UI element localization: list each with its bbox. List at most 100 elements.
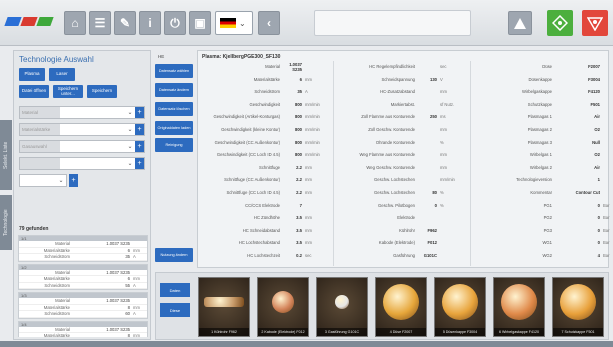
gas-select[interactable]: Gasauswahl ⌄ + [19,140,145,153]
chevron-down-icon: ⌄ [239,18,246,28]
add-icon[interactable]: + [135,107,144,118]
detail-row: Plasmagas 3 Null [474,138,613,147]
data-button[interactable]: Daten [160,283,190,297]
detail-row: WG1 0 Bar [474,238,613,247]
detail-key: Geschwindigkeit (CC Außenkontur) [214,139,280,145]
material-select[interactable]: Material ⌄ + [19,106,145,119]
detail-key: Zoll Geschw. Konturende [368,127,415,132]
row-value: 1.0037 S235 [106,241,130,247]
detail-row: Geschwindigkeit (CC Außenkontur) 800 mm/mi… [202,138,332,147]
part-tile[interactable]: 7 Schutzkappe F501 [552,277,604,337]
detail-key: Kabode (Elektrode) [378,240,415,246]
detail-key: Wirbelgas 2 [529,164,552,170]
back-icon[interactable]: ‹ [258,11,280,35]
detail-value: 2.2 [296,190,302,195]
save-as-button[interactable]: Speichern unter... [53,85,83,98]
detail-value: 800 [295,127,302,132]
detail-unit: % [440,202,444,208]
action-button[interactable]: Reinigung [155,138,193,152]
detail-key: HC Schneidabstand [242,227,280,233]
lock-icon[interactable]: ▣ [189,11,211,35]
action-button[interactable]: Datensatz löschen [155,102,193,116]
result-card[interactable]: 1/4 Material 1.0037 S235 Materialstärke 8 mm [18,320,148,337]
detail-unit: mm/min [440,177,455,183]
detail-value: 2.2 [296,164,302,170]
wrench-icon[interactable]: ✎ [114,11,136,35]
detail-unit: sec [440,64,447,69]
warning-icon[interactable] [508,11,532,35]
detail-row: PG2 0 Bar [474,213,613,222]
results-list[interactable]: 1/1 Material 1.0037 S235 Materialstärke 6 mm S… [18,235,148,337]
detail-unit: mm/min [305,139,320,145]
detail-row: Kommentar Contour Cut [474,188,613,197]
detail-row: PG3 0 Bar [474,226,613,235]
part-label: 5 Düsenkappe F3004 [435,328,485,336]
detail-unit: mm [440,89,447,95]
action-button[interactable]: Datensatz wählen [155,64,193,78]
result-card[interactable]: 1/2 Material 1.0037 S235 Materialstärke 6 mm S… [18,263,148,290]
add-icon[interactable]: + [135,141,144,152]
info-icon[interactable]: i [139,11,161,35]
row-unit: A [133,282,136,288]
add-icon[interactable]: + [135,158,144,169]
result-card[interactable]: 1/1 Material 1.0037 S235 Materialstärke 6 mm S… [18,235,148,262]
part-tile[interactable]: 2 Kabode (Elektrode) F012 [257,277,309,337]
detail-row: Plasmagas 2 O2 [474,125,613,134]
language-select[interactable]: ⌄ [215,11,253,35]
row-key: Materialstärke [43,247,70,253]
part-label: 7 Schutzkappe F501 [553,328,603,336]
plasma-button[interactable]: Plasma [19,68,45,81]
small-select[interactable]: ⌄ [19,174,67,187]
start-button[interactable] [547,10,573,36]
detail-row: Geschwindigkeit (kleine Kontur) 800 mm/min [202,125,332,134]
part-tile[interactable]: 5 Düsenkappe F3004 [434,277,486,337]
detail-value: 35 [297,89,302,95]
detail-value: 0 [597,215,600,221]
part-tile[interactable]: 3 Gasführung G101C [316,277,368,337]
row-value: 60 [125,311,130,317]
change-usage-button[interactable]: Nutzung ändern [155,248,193,262]
open-file-button[interactable]: Datei öffnen [19,85,49,98]
detail-unit: Bar [603,240,610,246]
detail-key: Geschwindigkeit (Artikel-Konturgas) [213,114,280,120]
list-icon[interactable]: ☰ [89,11,111,35]
result-card[interactable]: 1/3 Material 1.0037 S235 Materialstärke 8 mm S… [18,292,148,319]
laser-button[interactable]: Laser [49,68,75,81]
detail-unit: mm [440,127,447,132]
detail-value: 1.0037 S235 [289,61,302,72]
detail-unit: mm [305,215,312,221]
stop-button[interactable] [582,10,608,36]
part-tile[interactable]: 4 Düse F2007 [375,277,427,337]
part-image [272,291,294,314]
row-key: Materialstärke [43,276,70,282]
detail-row: HC Regelempfindlichkeit sec [337,62,467,71]
home-icon[interactable]: ⌂ [64,11,86,35]
row-key: Material [55,241,70,247]
filter-select[interactable]: ⌄ + [19,157,145,170]
save-button[interactable]: Speichern [87,85,117,98]
action-button[interactable]: Datensatz ändern [155,83,193,97]
thickness-select[interactable]: Materialstärke ⌄ + [19,123,145,136]
part-tile[interactable]: 1 Kühlrohr F962 [198,277,250,337]
detail-unit: ms [440,114,446,120]
add-icon[interactable]: + [69,174,78,187]
detail-row: HC Zündhöhe 3.5 mm [202,213,332,222]
detail-value: 3.5 [296,215,302,221]
side-tab-list[interactable]: Selekt. Liste [0,120,12,190]
action-button[interactable]: Originaldaten laden [155,121,193,135]
detail-row: Kabode (Elektrode) F012 [337,238,467,247]
side-tab-technology[interactable]: Technologie [0,195,12,250]
detail-row: Weg Geschw. Konturende mm [337,163,467,172]
row-value: 1.0037 S235 [106,298,130,304]
part-tile[interactable]: 6 Wirbelgaskappe F4120 [493,277,545,337]
detail-key: Ohrande Konturende [375,139,415,145]
detail-key: HC Regelempfindlichkeit [369,64,415,69]
add-icon[interactable]: + [135,124,144,135]
detail-row: Ohrande Konturende% [337,138,467,147]
detail-unit: sec [305,253,312,258]
this-button[interactable]: Diese [160,303,190,317]
detail-key: Schnittfuge (CC Außenkontur) [224,177,280,183]
detail-unit: mm/min [305,127,320,132]
power-icon[interactable]: ⏻ [164,11,186,35]
detail-value: 3.5 [296,227,302,233]
